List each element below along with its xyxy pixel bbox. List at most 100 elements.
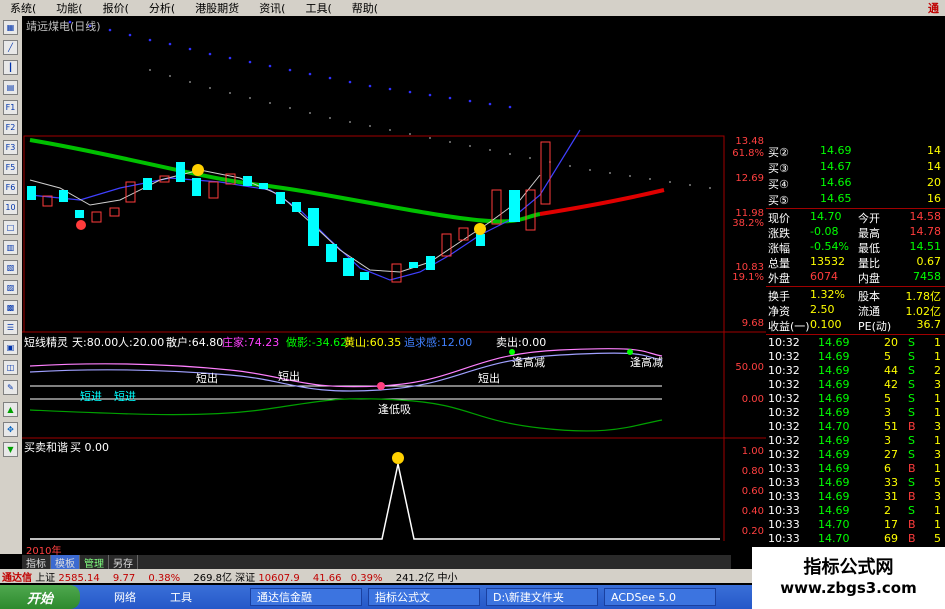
indicator-zhuangjia: 庄家:74.23 xyxy=(222,336,280,349)
status-sh-pct: 0.38% xyxy=(148,573,181,584)
indicator-maichu: 卖出:0.00 xyxy=(496,336,547,349)
tab-indicator[interactable]: 指标 xyxy=(22,555,51,570)
indicator-sanhu: 散户:64.80 xyxy=(166,336,224,349)
tick-row: 10:32 14.70 51 B 3 xyxy=(768,420,941,433)
candle xyxy=(292,202,301,212)
tick-row: 10:32 14.69 5 S 1 xyxy=(768,392,941,405)
taskbar-network[interactable]: 网络 xyxy=(108,588,158,606)
ma-white-line xyxy=(29,169,541,273)
axis-label: 12.69 xyxy=(735,173,764,184)
signal-label: 逢高减 xyxy=(512,356,545,369)
candle xyxy=(259,183,268,189)
axis-label: 38.2% xyxy=(732,218,764,229)
watermark: 指标公式网 www.zbgs3.com xyxy=(752,547,945,609)
tab-manage[interactable]: 管理 xyxy=(80,555,109,570)
quote-panel: 买② 14.69 14 买③ 14.67 14 买④ 14.66 20 买⑤ 1… xyxy=(766,136,945,557)
third-axis-label: 0.20 xyxy=(741,526,764,537)
candle xyxy=(409,262,418,268)
candle xyxy=(75,210,84,218)
signal-label: 短进 xyxy=(114,390,136,403)
quote-row: 涨幅 -0.54% 最低 14.51 xyxy=(768,240,941,255)
candle xyxy=(509,190,520,222)
axis-label: 61.8% xyxy=(732,148,764,159)
order-book-row: 买⑤ 14.65 16 xyxy=(768,192,941,207)
bottom-tabs: 指标 模板 管理 另存 xyxy=(22,555,731,570)
signal-label: 短出 xyxy=(196,372,218,385)
quote-row: 现价 14.70 今开 14.58 xyxy=(768,210,941,225)
third-axis-label: 0.80 xyxy=(741,466,764,477)
ma-blue-line xyxy=(29,129,581,281)
tick-row: 10:33 14.70 69 B 5 xyxy=(768,532,941,545)
candle xyxy=(476,234,485,246)
candle xyxy=(308,208,319,246)
candle xyxy=(426,256,435,270)
indicator-axis-label: 0.00 xyxy=(741,394,764,405)
taskbar-item[interactable]: 指标公式文 xyxy=(368,588,480,606)
taskbar-item[interactable]: 通达信金融 xyxy=(250,588,362,606)
axis-label: 13.48 xyxy=(735,136,764,147)
taskbar-tools[interactable]: 工具 xyxy=(164,588,214,606)
status-sz-value: 10607.9 xyxy=(258,573,300,584)
tick-row: 10:32 14.69 3 S 1 xyxy=(768,406,941,419)
chart-title: 靖远煤电(日线) xyxy=(26,20,101,33)
tab-save-as[interactable]: 另存 xyxy=(109,555,138,570)
taskbar-item[interactable]: D:\新建文件夹 xyxy=(486,588,598,606)
candle xyxy=(540,141,551,205)
axis-label: 9.68 xyxy=(741,318,764,329)
candle xyxy=(243,176,252,186)
status-sz-label: 深证 xyxy=(235,573,256,584)
divider xyxy=(766,286,945,287)
signal-label: 短进 xyxy=(80,390,102,403)
quote-row: 换手 1.32% 股本 1.78亿 xyxy=(768,288,941,303)
tick-row: 10:32 14.69 42 S 3 xyxy=(768,378,941,391)
smiley-icon xyxy=(392,452,404,464)
tick-row: 10:32 14.69 27 S 3 xyxy=(768,448,941,461)
candle xyxy=(143,178,152,190)
smiley-icon xyxy=(474,223,486,235)
watermark-title: 指标公式网 xyxy=(803,557,894,578)
status-sz-amount: 241.2亿 xyxy=(395,573,435,584)
order-book-row: 买④ 14.66 20 xyxy=(768,176,941,191)
tick-row: 10:32 14.69 5 S 1 xyxy=(768,350,941,363)
status-sh-amount: 269.8亿 xyxy=(193,573,232,584)
candle xyxy=(192,178,201,196)
third-panel-line xyxy=(30,463,720,540)
start-button[interactable]: 开始 xyxy=(0,585,80,609)
main-panel-border xyxy=(23,135,725,333)
status-app: 通达信 xyxy=(2,573,32,584)
tick-row: 10:33 14.70 17 B 1 xyxy=(768,518,941,531)
candle xyxy=(208,181,219,199)
indicator-axis-label: 50.00 xyxy=(735,362,764,373)
start-label: 开始 xyxy=(26,591,53,607)
signal-label: 短出 xyxy=(278,370,300,383)
indicator-name[interactable]: 短线精灵 xyxy=(24,334,68,350)
indicator-ren: 人:20.00 xyxy=(118,336,165,349)
order-book-row: 买② 14.69 14 xyxy=(768,144,941,159)
divider xyxy=(766,208,945,209)
signal-label: 短出 xyxy=(478,372,500,385)
buy-marker-icon xyxy=(76,220,86,230)
axis-label: 19.1% xyxy=(732,272,764,283)
quote-row: 净资 2.50 流通 1.02亿 xyxy=(768,303,941,318)
indicator-mairu: 追求感:12.00 xyxy=(404,336,473,349)
status-tail: 中小 xyxy=(437,573,458,584)
status-sh-value: 2585.14 xyxy=(58,573,100,584)
candle xyxy=(109,207,120,217)
tick-row: 10:33 14.69 33 S 5 xyxy=(768,476,941,489)
candle xyxy=(27,186,36,200)
status-sh-label: 上证 xyxy=(35,573,56,584)
candle xyxy=(59,190,68,202)
taskbar-item[interactable]: ACDSee 5.0 xyxy=(604,588,716,606)
tick-row: 10:33 14.69 2 S 1 xyxy=(768,504,941,517)
indicator-diaoyu: 做影:-34.62 xyxy=(286,336,348,349)
third-axis-label: 0.40 xyxy=(741,506,764,517)
signal-label: 逢低吸 xyxy=(378,403,411,416)
tab-template[interactable]: 模板 xyxy=(51,555,80,570)
candle xyxy=(176,162,185,182)
candle xyxy=(276,192,285,204)
candle xyxy=(458,227,469,241)
third-panel-name[interactable]: 买卖和谐 xyxy=(24,439,68,455)
watermark-url: www.zbgs3.com xyxy=(780,579,917,597)
candle xyxy=(91,211,102,223)
status-sh-change: 9.77 xyxy=(112,573,136,584)
